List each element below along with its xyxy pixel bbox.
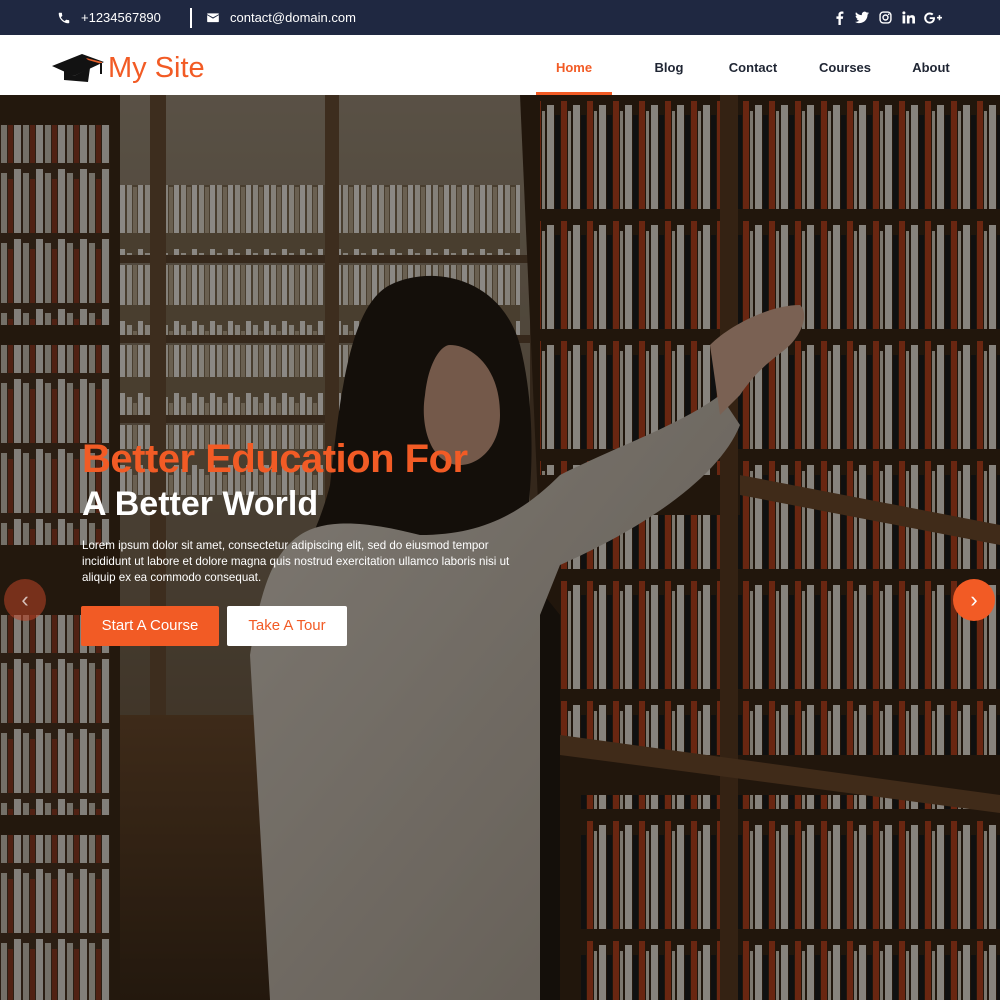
email-address: contact@domain.com <box>230 10 356 25</box>
chevron-right-icon: › <box>970 587 978 612</box>
nav-menu: Home Blog Contact Courses About <box>536 35 1000 95</box>
phone-number: +1234567890 <box>81 10 161 25</box>
social-links <box>832 0 942 35</box>
slider-next-arrow[interactable]: › <box>953 579 995 621</box>
twitter-icon[interactable] <box>855 11 869 25</box>
linkedin-icon[interactable] <box>901 11 915 25</box>
top-bar: +1234567890 contact@domain.com <box>0 0 1000 35</box>
start-course-button[interactable]: Start A Course <box>81 606 219 646</box>
phone-icon <box>57 11 71 25</box>
hero-description: Lorem ipsum dolor sit amet, consectetur … <box>82 539 510 584</box>
nav-item-home[interactable]: Home <box>536 35 612 95</box>
slider-prev-arrow[interactable]: ‹ <box>4 579 46 621</box>
instagram-icon[interactable] <box>878 11 892 25</box>
email-contact[interactable]: contact@domain.com <box>206 0 356 35</box>
site-logo[interactable]: My Site <box>52 52 205 84</box>
hero-slider: Better Education For A Better World Lore… <box>0 95 1000 1000</box>
nav-item-courses[interactable]: Courses <box>800 35 890 95</box>
chevron-left-icon: ‹ <box>21 587 29 612</box>
nav-item-about[interactable]: About <box>894 35 968 95</box>
google-plus-icon[interactable] <box>924 11 942 25</box>
site-name: My Site <box>108 52 205 84</box>
hero-headline: A Better World <box>82 485 319 523</box>
topbar-divider <box>190 8 192 28</box>
envelope-icon <box>206 11 220 25</box>
graduation-cap-icon <box>52 52 104 84</box>
hero-headline-accent: Better Education For <box>82 437 468 481</box>
nav-item-blog[interactable]: Blog <box>632 35 706 95</box>
take-tour-button[interactable]: Take A Tour <box>227 606 347 646</box>
phone-contact[interactable]: +1234567890 <box>57 0 161 35</box>
nav-item-contact[interactable]: Contact <box>710 35 796 95</box>
main-navbar: My Site Home Blog Contact Courses About <box>0 35 1000 95</box>
facebook-icon[interactable] <box>832 10 846 25</box>
